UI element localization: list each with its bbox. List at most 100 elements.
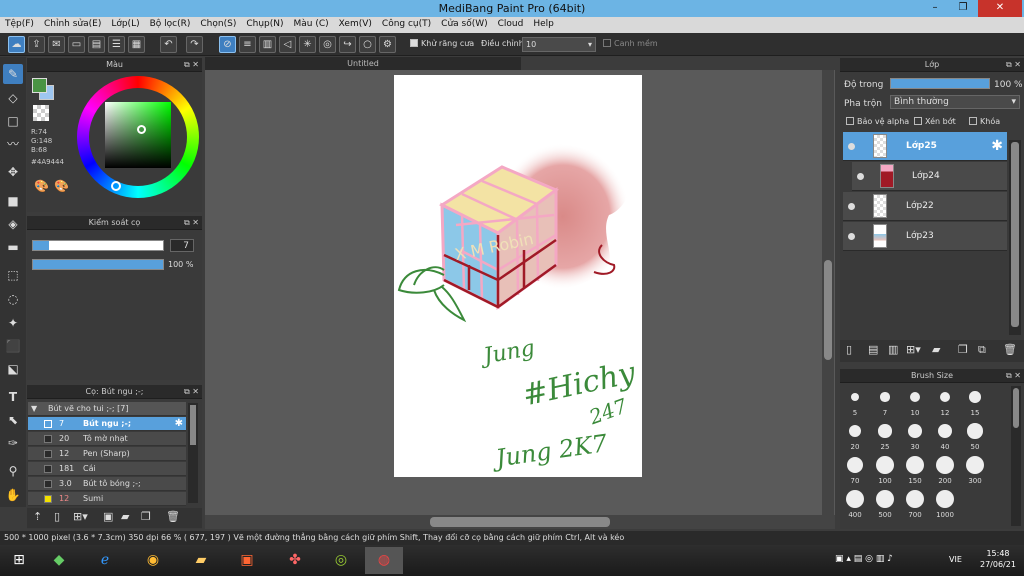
visibility-eye-icon[interactable] xyxy=(848,203,855,210)
fill-tool-icon[interactable]: ◈ xyxy=(3,214,23,234)
panel-close-icon[interactable]: ⧉ ✕ xyxy=(184,58,199,72)
brush-list-scrollbar[interactable] xyxy=(188,403,198,503)
select-eraser-icon[interactable]: ⬕ xyxy=(3,359,23,379)
chrome-icon[interactable]: ◉ xyxy=(134,547,172,574)
trash-icon[interactable]: 🗑 xyxy=(1003,343,1017,356)
menu-window[interactable]: Cửa số(W) xyxy=(436,17,492,29)
eraser-tool-icon[interactable]: ◇ xyxy=(3,88,23,108)
visibility-eye-icon[interactable] xyxy=(848,143,855,150)
scrollbar-thumb[interactable] xyxy=(190,405,196,445)
lasso-tool-icon[interactable]: ◌ xyxy=(3,289,23,309)
windows-start-icon[interactable]: ⊞ xyxy=(0,547,38,574)
brush-row[interactable]: 12 Pen (Sharp) xyxy=(28,447,186,461)
brush-size-option[interactable]: 30 xyxy=(901,422,929,452)
canvas-vertical-scrollbar[interactable] xyxy=(822,70,834,515)
add-brush-icon[interactable]: ⊞▾ xyxy=(73,510,88,523)
hue-picker-cursor[interactable] xyxy=(111,181,121,191)
brush-size-option[interactable]: 700 xyxy=(901,490,929,520)
menu-cloud[interactable]: Cloud xyxy=(493,17,529,29)
layer-row[interactable]: Lớp25 ✱ xyxy=(843,132,1007,161)
settings-gear-icon[interactable]: ⚙ xyxy=(379,36,396,53)
copy-brush-icon[interactable]: ▣ xyxy=(103,510,113,523)
medibang-icon[interactable]: ◍ xyxy=(365,547,403,574)
brush-size-option[interactable]: 7 xyxy=(871,388,899,418)
hand-tool-icon[interactable]: ✋ xyxy=(3,485,23,505)
brush-size-option[interactable]: 15 xyxy=(961,388,989,418)
brush-size-option[interactable]: 300 xyxy=(961,456,989,486)
app-icon[interactable]: ▣ xyxy=(228,547,266,574)
current-color-swatch[interactable] xyxy=(32,78,47,93)
folder-icon[interactable]: ▰ xyxy=(932,343,940,356)
new-brush-icon[interactable]: ▯ xyxy=(54,510,60,523)
brush-size-value[interactable]: 7 xyxy=(170,239,194,252)
menu-help[interactable]: Help xyxy=(528,17,559,29)
layer-row[interactable]: Lớp24 xyxy=(852,162,1007,191)
antialias-checkbox[interactable]: Khử răng cưa xyxy=(410,39,474,48)
scrollbar-thumb[interactable] xyxy=(430,517,610,527)
brush-size-scrollbar[interactable] xyxy=(1011,386,1021,526)
blur-tool-icon[interactable]: 〰 xyxy=(3,134,23,154)
file-explorer-icon[interactable]: ▰ xyxy=(182,547,220,574)
add-layer-menu-icon[interactable]: ⊞▾ xyxy=(906,343,921,356)
menu-file[interactable]: Tệp(F) xyxy=(0,17,39,29)
eyedropper-tool-icon[interactable]: ✑ xyxy=(3,433,23,453)
protect-alpha-checkbox[interactable]: Bảo vệ alpha xyxy=(846,117,909,126)
panel-close-icon[interactable]: ⧉ ✕ xyxy=(1006,369,1021,383)
transparent-color-swatch[interactable] xyxy=(33,105,49,121)
panel-close-icon[interactable]: ⧉ ✕ xyxy=(1006,58,1021,72)
duplicate-layer-icon[interactable]: ❐ xyxy=(958,343,968,356)
brush-size-option[interactable]: 400 xyxy=(841,490,869,520)
minimize-button[interactable]: – xyxy=(922,0,948,17)
merge-layer-icon[interactable]: ⧉ xyxy=(978,343,986,357)
close-button[interactable]: ✕ xyxy=(978,0,1022,17)
saturation-value-square[interactable] xyxy=(105,102,171,168)
adjust-select[interactable]: 10 ▾ xyxy=(522,37,596,52)
color-picker-cursor[interactable] xyxy=(137,125,146,134)
brush-row[interactable]: 3.0 Bút tô bóng ;-; xyxy=(28,477,186,491)
menu-view[interactable]: Xem(V) xyxy=(334,17,377,29)
brush-tool-icon[interactable]: ✎ xyxy=(3,64,23,84)
palette-add-icon[interactable]: 🎨 xyxy=(54,179,69,193)
parallel-snap-icon[interactable]: ≡ xyxy=(239,36,256,53)
shape-tool-icon[interactable]: ■ xyxy=(3,191,23,211)
screen-icon[interactable]: ▭ xyxy=(68,36,85,53)
panel-close-icon[interactable]: ⧉ ✕ xyxy=(184,216,199,230)
brush-size-option[interactable]: 40 xyxy=(931,422,959,452)
menu-edit[interactable]: Chỉnh sửa(E) xyxy=(39,17,106,29)
ellipse-snap-icon[interactable]: ○ xyxy=(359,36,376,53)
menu-filter[interactable]: Bộ lọc(R) xyxy=(145,17,196,29)
visibility-eye-icon[interactable] xyxy=(857,173,864,180)
trash-icon[interactable]: 🗑 xyxy=(166,510,180,523)
dot-tool-icon[interactable]: □ xyxy=(3,111,23,131)
brush-size-option[interactable]: 1000 xyxy=(931,490,959,520)
language-indicator[interactable]: VIE xyxy=(949,555,962,564)
coccoc-icon[interactable]: ◎ xyxy=(322,547,360,574)
brush-size-option[interactable]: 10 xyxy=(901,388,929,418)
brush-size-option[interactable]: 200 xyxy=(931,456,959,486)
curve-snap-icon[interactable]: ↪ xyxy=(339,36,356,53)
layer-list-scrollbar[interactable] xyxy=(1009,140,1021,335)
canvas-horizontal-scrollbar[interactable] xyxy=(205,515,835,529)
brush-size-option[interactable]: 150 xyxy=(901,456,929,486)
panel-close-icon[interactable]: ⧉ ✕ xyxy=(184,385,199,399)
brush-size-option[interactable]: 500 xyxy=(871,490,899,520)
magic-wand-icon[interactable]: ✦ xyxy=(3,313,23,333)
select-tool-icon[interactable]: ⬚ xyxy=(3,265,23,285)
brush-row[interactable]: 20 Tô mờ nhạt xyxy=(28,432,186,446)
move-tool-icon[interactable]: ✥ xyxy=(3,162,23,182)
settings-app-icon[interactable]: ✤ xyxy=(276,547,314,574)
new-8bit-layer-icon[interactable]: ▥ xyxy=(888,343,898,356)
blend-mode-select[interactable]: Bình thường ▾ xyxy=(890,95,1020,109)
brush-size-option[interactable]: 5 xyxy=(841,388,869,418)
scrollbar-thumb[interactable] xyxy=(824,260,832,360)
clock[interactable]: 15:48 27/06/21 xyxy=(980,548,1016,570)
redo-icon[interactable]: ↷ xyxy=(186,36,203,53)
menu-tools[interactable]: Công cụ(T) xyxy=(377,17,436,29)
tab-untitled[interactable]: Untitled xyxy=(205,57,521,70)
brush-upload-icon[interactable]: ⇡ xyxy=(33,510,42,523)
cross-snap-icon[interactable]: ▥ xyxy=(259,36,276,53)
brush-size-option[interactable]: 70 xyxy=(841,456,869,486)
clipping-checkbox[interactable]: Xén bớt xyxy=(914,117,956,126)
gradient-tool-icon[interactable]: ▬ xyxy=(3,237,23,257)
text-tool-icon[interactable]: T xyxy=(3,387,23,407)
